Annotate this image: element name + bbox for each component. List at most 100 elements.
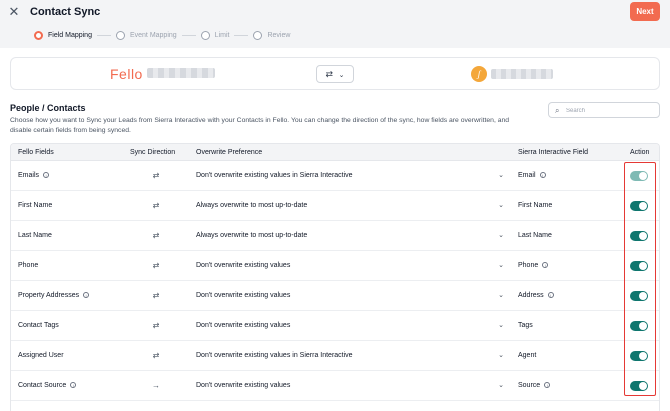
- sync-direction-icon[interactable]: ⇄: [149, 341, 163, 371]
- fello-field-cell: Phone: [18, 251, 38, 281]
- sync-toggle[interactable]: [630, 321, 648, 331]
- si-field-cell: Agent: [518, 341, 536, 371]
- overwrite-preference-dropdown[interactable]: Don't overwrite existing values in Sierr…: [196, 341, 504, 371]
- si-field-cell: Last Name: [518, 221, 552, 251]
- sync-toggle: [630, 171, 648, 181]
- chevron-down-icon: ⌄: [498, 382, 504, 389]
- sierra-interactive-logo: ʃ: [471, 66, 487, 82]
- overwrite-preference-dropdown[interactable]: Don't overwrite existing values ⌄: [196, 311, 504, 341]
- si-field-label: Phone: [518, 262, 539, 269]
- stepper: Field Mapping Event Mapping Limit Review: [34, 29, 290, 41]
- sync-direction-icon[interactable]: ⇄: [149, 161, 163, 191]
- step-event-mapping[interactable]: Event Mapping: [115, 30, 177, 40]
- chevron-down-icon: ⌄: [498, 172, 504, 179]
- info-icon[interactable]: i: [70, 382, 77, 388]
- chevron-down-icon: ⌄: [338, 72, 345, 79]
- table-row: Property Addresses i ⇄ Don't overwrite exis…: [11, 281, 659, 311]
- fello-field-label: First Name: [18, 202, 53, 209]
- table-row: Last Name ⇄ Always overwrite to most up-to…: [11, 221, 659, 251]
- step-indicator-icon: [115, 30, 125, 40]
- si-field-label: Agent: [518, 352, 537, 359]
- overwrite-preference-dropdown[interactable]: Don't overwrite existing values ⌄: [196, 371, 504, 401]
- step-review[interactable]: Review: [253, 30, 291, 40]
- overwrite-preference-dropdown[interactable]: Don't overwrite existing values ⌄: [196, 251, 504, 281]
- overwrite-preference-value: Don't overwrite existing values: [196, 262, 291, 269]
- overwrite-preference-dropdown[interactable]: Don't overwrite existing values ⌄: [196, 281, 504, 311]
- si-field-cell: Source i: [518, 371, 551, 401]
- sync-direction-icon[interactable]: ⇄: [149, 281, 163, 311]
- fello-field-cell: Emails i: [18, 161, 50, 191]
- sync-toggle[interactable]: [630, 261, 648, 271]
- step-label: Event Mapping: [129, 31, 177, 39]
- table-row: First Name ⇄ Always overwrite to most up-t…: [11, 191, 659, 221]
- si-field-label: Source: [518, 382, 541, 389]
- table-header: Fello Fields Sync Direction Overwrite Pr…: [11, 144, 659, 161]
- si-field-label: First Name: [518, 202, 553, 209]
- fello-logo: Fello: [110, 66, 143, 82]
- sync-toggle[interactable]: [630, 291, 648, 301]
- si-field-label: Address: [518, 292, 544, 299]
- sync-direction-icon[interactable]: ⇄: [149, 251, 163, 281]
- step-field-mapping[interactable]: Field Mapping: [34, 30, 92, 40]
- fello-field-cell: First Name: [18, 191, 52, 221]
- overwrite-preference-dropdown[interactable]: Always overwrite to most up-to-date ⌄: [196, 191, 504, 221]
- info-icon[interactable]: i: [539, 172, 546, 178]
- sync-toggle[interactable]: [630, 381, 648, 391]
- step-label: Review: [267, 31, 291, 39]
- step-limit[interactable]: Limit: [200, 30, 230, 40]
- info-icon[interactable]: i: [544, 382, 551, 388]
- overwrite-preference-value: Don't overwrite existing values: [196, 382, 291, 389]
- sync-direction-icon[interactable]: ⇄: [149, 311, 163, 341]
- info-icon[interactable]: i: [542, 262, 549, 268]
- next-button[interactable]: Next: [630, 2, 660, 21]
- sync-direction-icon[interactable]: ⇄: [149, 221, 163, 251]
- fello-field-cell: Property Addresses i: [18, 281, 90, 311]
- fello-field-cell: Assigned User: [18, 341, 64, 371]
- info-icon[interactable]: i: [547, 292, 554, 298]
- chevron-down-icon: ⌄: [498, 232, 504, 239]
- info-icon[interactable]: i: [43, 172, 50, 178]
- sync-direction-icon[interactable]: →: [149, 371, 163, 401]
- sync-direction-icon[interactable]: ⇄: [149, 191, 163, 221]
- step-label: Limit: [214, 31, 230, 39]
- overwrite-preference-value: Don't overwrite existing values: [196, 292, 291, 299]
- overwrite-preference-value: Don't overwrite existing values in Sierr…: [196, 352, 353, 359]
- table-row: Phone ⇄ Don't overwrite existing values ⌄ Ph…: [11, 251, 659, 281]
- chevron-down-icon: ⌄: [498, 292, 504, 299]
- fello-field-label: Emails: [18, 172, 40, 179]
- page-title: Contact Sync: [30, 6, 101, 18]
- fello-field-label: Last Name: [18, 232, 52, 239]
- si-field-cell: Email i: [518, 161, 546, 191]
- step-indicator-icon: [34, 30, 43, 40]
- sync-apps-card: Fello ⇄ ⌄ ʃ: [10, 57, 660, 90]
- fello-field-label: Property Addresses: [18, 292, 80, 299]
- search-input[interactable]: [566, 105, 654, 116]
- overwrite-preference-dropdown[interactable]: Always overwrite to most up-to-date ⌄: [196, 221, 504, 251]
- sync-toggle[interactable]: [630, 231, 648, 241]
- step-indicator-icon: [253, 30, 263, 40]
- chevron-down-icon: ⌄: [498, 352, 504, 359]
- step-connector: [234, 34, 249, 36]
- info-icon[interactable]: i: [83, 292, 90, 298]
- fello-field-label: Contact Tags: [18, 322, 59, 329]
- redacted-account-left: [147, 68, 215, 78]
- chevron-down-icon: ⌄: [498, 322, 504, 329]
- step-indicator-icon: [200, 30, 210, 40]
- sync-toggle[interactable]: [630, 351, 648, 361]
- step-connector: [181, 34, 196, 36]
- table-row: Contact Tags ⇄ Don't overwrite existing va…: [11, 311, 659, 341]
- top-bar: ✕ Contact Sync Next Field Mapping Event …: [0, 0, 670, 48]
- overwrite-preference-dropdown[interactable]: Don't overwrite existing values in Sierr…: [196, 161, 504, 191]
- redacted-account-right: [491, 69, 553, 79]
- sync-direction-dropdown[interactable]: ⇄ ⌄: [316, 65, 354, 83]
- overwrite-preference-value: Don't overwrite existing values: [196, 322, 291, 329]
- header-fello-fields: Fello Fields: [18, 149, 54, 156]
- si-field-label: Last Name: [518, 232, 552, 239]
- search-box[interactable]: ⌕: [548, 102, 660, 118]
- fello-field-label: Contact Source: [18, 382, 67, 389]
- close-icon[interactable]: ✕: [8, 5, 20, 19]
- sync-toggle[interactable]: [630, 201, 648, 211]
- chevron-down-icon: ⌄: [498, 262, 504, 269]
- si-field-cell: Tags: [518, 311, 533, 341]
- fello-field-cell: Contact Source i: [18, 371, 77, 401]
